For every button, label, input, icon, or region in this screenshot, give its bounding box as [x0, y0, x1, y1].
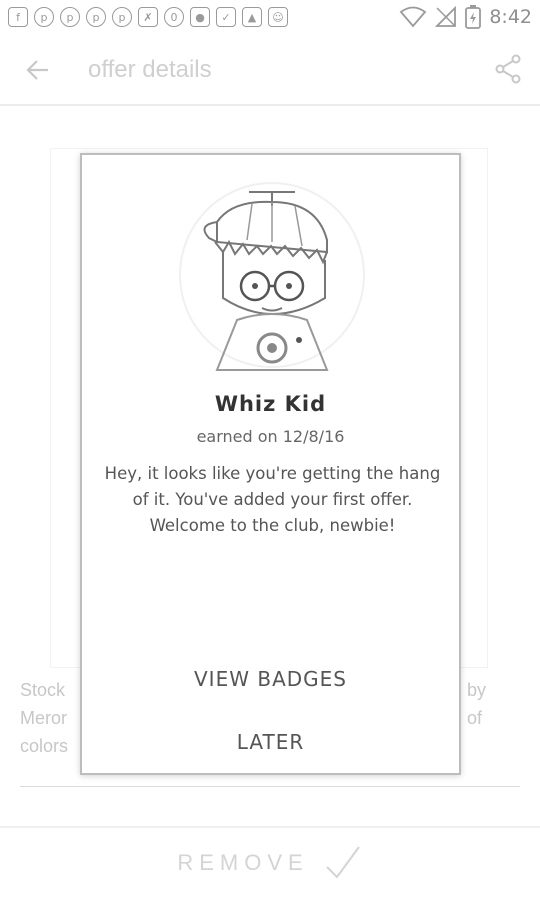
checkmark-icon [325, 845, 360, 879]
badge-message: Hey, it looks like you're getting the ha… [104, 464, 441, 535]
whiz-kid-badge-icon [179, 182, 365, 371]
status-bar: f p p p p ✗ 0 ● ✓ ▲ ☺ 8:42 [0, 0, 540, 34]
share-icon[interactable] [494, 54, 522, 84]
arrow-left-icon[interactable] [24, 56, 52, 84]
description-fragment: Stock Meror colors [20, 680, 69, 756]
pinterest-icon: p [34, 7, 54, 27]
notification-icons: f p p p p ✗ 0 ● ✓ ▲ ☺ [8, 7, 288, 27]
description-fragment-right: by of [467, 680, 487, 728]
app-icon: ✗ [138, 7, 158, 27]
shopping-bag-icon: ▲ [242, 7, 262, 27]
badge-earned-dialog: Whiz Kid earned on 12/8/16 Hey, it looks… [80, 153, 461, 775]
app-bar: offer details [0, 34, 540, 106]
pinterest-icon: p [86, 7, 106, 27]
earned-date: earned on 12/8/16 [196, 427, 345, 446]
later-button[interactable]: LATER [82, 730, 459, 754]
remove-label: REMOVE [177, 849, 309, 875]
pinterest-icon: p [112, 7, 132, 27]
battery-charging-icon [465, 5, 482, 29]
page-title: offer details [88, 56, 212, 83]
clock: 8:42 [489, 6, 532, 28]
app-icon: 0 [164, 7, 184, 27]
pinterest-icon: p [60, 7, 80, 27]
view-badges-button[interactable]: VIEW BADGES [82, 667, 459, 691]
remove-offer-button[interactable]: REMOVE [0, 826, 540, 897]
wifi-icon [400, 6, 427, 28]
no-signal-icon [435, 6, 457, 27]
badge-title: Whiz Kid [214, 392, 327, 416]
divider [20, 786, 520, 787]
facebook-icon: f [8, 7, 28, 27]
lock-app-icon: ● [190, 7, 210, 27]
system-status: 8:42 [399, 5, 532, 29]
checklist-app-icon: ✓ [216, 7, 236, 27]
app-icon: ☺ [268, 7, 288, 27]
